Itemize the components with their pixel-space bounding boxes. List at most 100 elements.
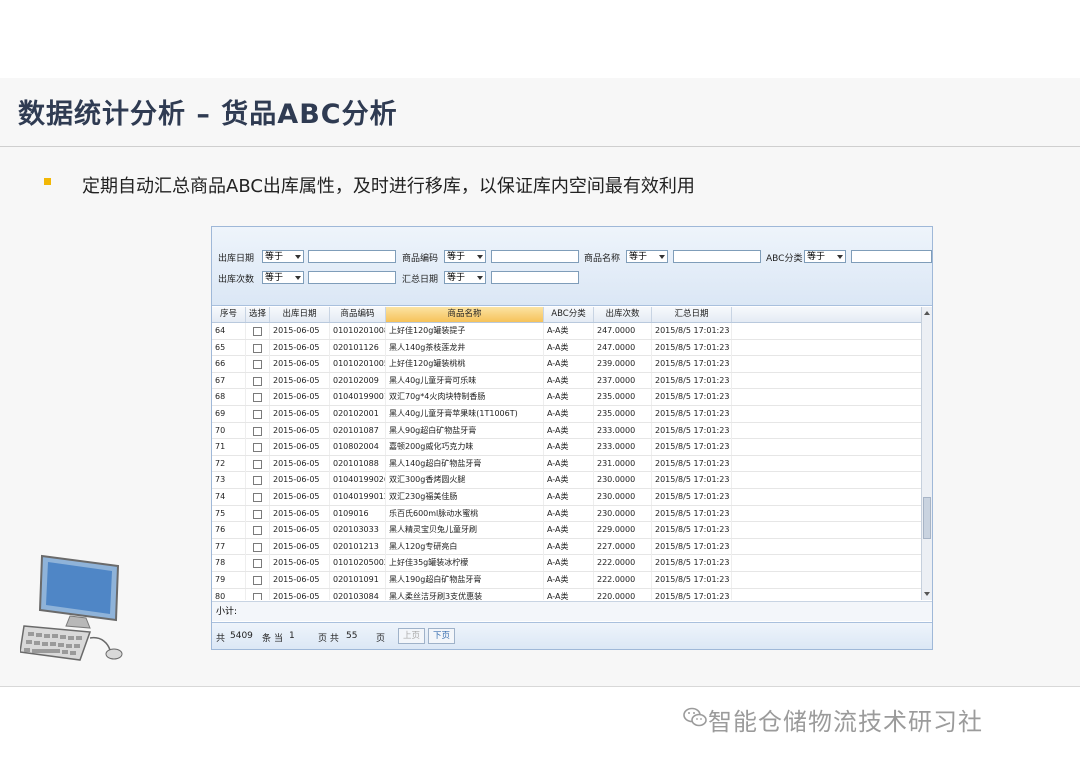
table-row[interactable]: 64 2015-06-05 01010201008 上好佳120g罐装提子 A-A类 24…: [212, 323, 921, 340]
table-row[interactable]: 68 2015-06-05 01040199001 双汇70g*4火肉块特制香肠 A-A…: [212, 389, 921, 406]
table-cell: 2015/8/5 17:01:23: [652, 455, 732, 472]
row-checkbox[interactable]: [253, 526, 262, 536]
table-cell: A-A类: [544, 472, 594, 489]
row-checkbox[interactable]: [253, 559, 262, 569]
table-cell: A-A类: [544, 455, 594, 472]
row-checkbox[interactable]: [253, 476, 262, 486]
table-cell: 2015/8/5 17:01:23: [652, 339, 732, 356]
table-cell: 2015/8/5 17:01:23: [652, 588, 732, 600]
table-row[interactable]: 70 2015-06-05 020101087 黑人90g超白矿物盐牙膏 A-A类 233…: [212, 422, 921, 440]
column-header[interactable]: 序号: [212, 307, 246, 322]
table-cell: 双汇300g香烤圆火腿: [386, 472, 544, 489]
table-cell: 233.0000: [594, 422, 652, 439]
row-checkbox[interactable]: [253, 493, 262, 502]
column-header[interactable]: 出库日期: [270, 307, 330, 322]
count-label: 出库次数: [218, 275, 255, 285]
chevron-down-icon: [295, 276, 301, 280]
prev-page-button[interactable]: 上页: [398, 628, 426, 644]
column-header[interactable]: 商品编码: [330, 307, 386, 322]
count-operator-select[interactable]: 等于: [262, 271, 304, 284]
table-cell: 020102001: [330, 406, 386, 422]
table-row[interactable]: 76 2015-06-05 020103033 黑人精灵宝贝兔儿童牙刷 A-A类 229.…: [212, 522, 921, 539]
sum-date-input[interactable]: [491, 271, 579, 284]
row-checkbox[interactable]: [253, 343, 262, 353]
name-operator-select[interactable]: 等于: [626, 250, 668, 263]
table-cell: 247.0000: [594, 339, 652, 356]
table-row[interactable]: 66 2015-06-05 01010201005 上好佳120g罐装桃桃 A-A类 23…: [212, 356, 921, 373]
table-row[interactable]: 67 2015-06-05 020102009 黑人40g儿童牙膏可乐味 A-A类 237…: [212, 372, 921, 390]
table-row[interactable]: 75 2015-06-05 0109016 乐百氏600ml脉动水蜜桃 A-A类 230.…: [212, 505, 921, 523]
row-checkbox[interactable]: [253, 443, 262, 453]
title-divider: [0, 146, 1080, 147]
table-cell: 2015-06-05: [270, 489, 330, 505]
code-operator-select[interactable]: 等于: [444, 250, 486, 263]
column-header[interactable]: 选择: [246, 307, 270, 322]
column-header[interactable]: 商品名称: [386, 307, 544, 322]
row-checkbox[interactable]: [253, 327, 262, 336]
row-checkbox[interactable]: [253, 393, 262, 403]
row-checkbox[interactable]: [253, 426, 262, 436]
row-checkbox[interactable]: [253, 376, 262, 386]
table-cell: A-A类: [544, 555, 594, 572]
row-checkbox[interactable]: [253, 360, 262, 370]
table-cell: 01010201005: [330, 356, 386, 373]
computer-illustration: [20, 554, 123, 661]
table-row[interactable]: 80 2015-06-05 020103084 黑人柔丝洁牙刷3支优惠装 A-A类 220…: [212, 588, 921, 600]
table-cell: 73: [212, 472, 246, 489]
total-prefix: 共: [216, 634, 226, 644]
next-page-button[interactable]: 下页: [428, 628, 456, 644]
table-row[interactable]: 78 2015-06-05 01010205002 上好佳35g罐装冰柠檬 A-A类 22…: [212, 555, 921, 572]
table-cell: 2015-06-05: [270, 538, 330, 555]
count-input[interactable]: [308, 271, 396, 284]
table-row[interactable]: 69 2015-06-05 020102001 黑人40g儿童牙膏苹果味(1T1006…: [212, 406, 921, 423]
column-header[interactable]: 汇总日期: [652, 307, 732, 322]
table-cell: 230.0000: [594, 472, 652, 489]
total-count: 5409: [230, 631, 253, 641]
table-cell: 222.0000: [594, 555, 652, 572]
name-input[interactable]: [673, 250, 761, 263]
table-row[interactable]: 71 2015-06-05 010802004 嘉顿200g威化巧克力味 A-A类 233…: [212, 439, 921, 456]
chevron-down-icon: [477, 255, 483, 259]
vertical-scrollbar[interactable]: [921, 307, 932, 600]
out-date-operator-select[interactable]: 等于: [262, 250, 304, 263]
scroll-down-icon[interactable]: [924, 592, 930, 596]
code-label: 商品编码: [402, 254, 439, 264]
table-cell: 2015-06-05: [270, 455, 330, 472]
table-cell: 上好佳120g罐装提子: [386, 323, 544, 339]
table-row[interactable]: 65 2015-06-05 020101126 黑人140g茶枝莲龙井 A-A类 247.…: [212, 339, 921, 357]
out-date-input[interactable]: [308, 250, 396, 263]
table-row[interactable]: 72 2015-06-05 020101088 黑人140g超白矿物盐牙膏 A-A类 23…: [212, 455, 921, 473]
row-checkbox[interactable]: [253, 542, 262, 552]
table-cell: 235.0000: [594, 406, 652, 422]
abc-label: ABC分类: [766, 254, 803, 264]
row-checkbox[interactable]: [253, 509, 262, 519]
table-cell: A-A类: [544, 323, 594, 339]
code-input[interactable]: [491, 250, 579, 263]
row-checkbox[interactable]: [253, 576, 262, 585]
table-row[interactable]: 79 2015-06-05 020101091 黑人190g超白矿物盐牙膏 A-A类 22…: [212, 572, 921, 589]
bullet-text: 定期自动汇总商品ABC出库属性，及时进行移库，以保证库内空间最有效利用: [82, 176, 695, 197]
row-checkbox[interactable]: [253, 592, 262, 600]
row-checkbox[interactable]: [253, 459, 262, 469]
sum-date-operator-select[interactable]: 等于: [444, 271, 486, 284]
grid-header: 序号 选择 出库日期 商品编码 商品名称 ABC分类 出库次数 汇总日期: [212, 307, 921, 323]
table-cell: 2015/8/5 17:01:23: [652, 489, 732, 505]
table-row[interactable]: 77 2015-06-05 020101213 黑人120g专研亮白 A-A类 227.0…: [212, 538, 921, 556]
table-cell: 233.0000: [594, 439, 652, 456]
table-cell: 2015/8/5 17:01:23: [652, 538, 732, 555]
pages-prefix: 页 共: [318, 634, 339, 644]
scroll-thumb[interactable]: [923, 497, 931, 539]
table-row[interactable]: 73 2015-06-05 01040199026 双汇300g香烤圆火腿 A-A类 23…: [212, 472, 921, 489]
column-header[interactable]: 出库次数: [594, 307, 652, 322]
current-prefix: 当: [274, 634, 284, 644]
column-header[interactable]: ABC分类: [544, 307, 594, 322]
abc-input[interactable]: [851, 250, 932, 263]
table-cell: 黑人40g儿童牙膏苹果味(1T1006T): [386, 406, 544, 422]
table-cell: 020101126: [330, 339, 386, 356]
row-checkbox[interactable]: [253, 410, 262, 419]
table-cell: 嘉顿200g威化巧克力味: [386, 439, 544, 456]
scroll-up-icon[interactable]: [924, 311, 930, 315]
table-row[interactable]: 74 2015-06-05 01040199012 双汇230g福美佳肠 A-A类 230…: [212, 489, 921, 506]
subtotal-label: 小计:: [216, 607, 238, 617]
abc-operator-select[interactable]: 等于: [804, 250, 846, 263]
